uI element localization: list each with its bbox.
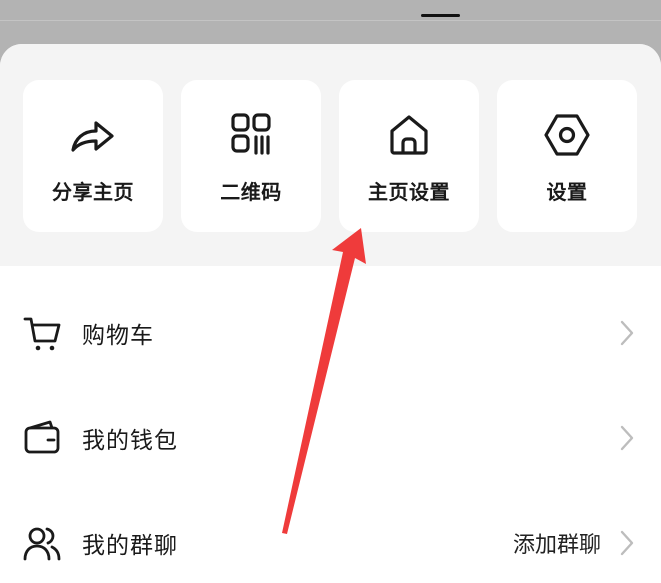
wallet-label: 我的钱包 xyxy=(82,428,178,454)
homepage-settings-label: 主页设置 xyxy=(368,180,450,204)
settings-label: 设置 xyxy=(546,180,588,204)
share-homepage-label: 分享主页 xyxy=(52,180,134,204)
settings-button[interactable]: 设置 xyxy=(497,80,637,232)
shopping-cart-label: 购物车 xyxy=(82,323,154,349)
chevron-right-icon xyxy=(619,319,635,347)
menu-item-shopping-cart[interactable]: 购物车 xyxy=(0,281,661,385)
add-group-chat-link[interactable]: 添加群聊 xyxy=(513,527,601,559)
share-arrow-icon xyxy=(67,109,119,161)
sheet-drag-handle[interactable] xyxy=(421,14,460,17)
quick-actions-panel: 分享主页 二维码 主页设置 设置 xyxy=(0,44,661,266)
shopping-cart-icon xyxy=(22,313,62,353)
home-icon xyxy=(383,109,435,161)
homepage-settings-button[interactable]: 主页设置 xyxy=(339,80,479,232)
share-homepage-button[interactable]: 分享主页 xyxy=(23,80,163,232)
menu-item-wallet[interactable]: 我的钱包 xyxy=(0,386,661,490)
bottom-sheet: 分享主页 二维码 主页设置 设置 购物车 我的钱包 我的群聊 添加群聊 xyxy=(0,44,661,583)
gear-hexagon-icon xyxy=(541,109,593,161)
chevron-right-icon xyxy=(619,424,635,452)
qr-code-icon xyxy=(225,109,277,161)
qr-code-label: 二维码 xyxy=(220,180,282,204)
wallet-icon xyxy=(22,418,62,458)
group-chat-label: 我的群聊 xyxy=(82,533,178,559)
status-divider xyxy=(0,20,661,21)
menu-item-group-chat[interactable]: 我的群聊 添加群聊 xyxy=(0,491,661,583)
qr-code-button[interactable]: 二维码 xyxy=(181,80,321,232)
chevron-right-icon xyxy=(619,529,635,557)
group-chat-icon xyxy=(22,523,62,563)
